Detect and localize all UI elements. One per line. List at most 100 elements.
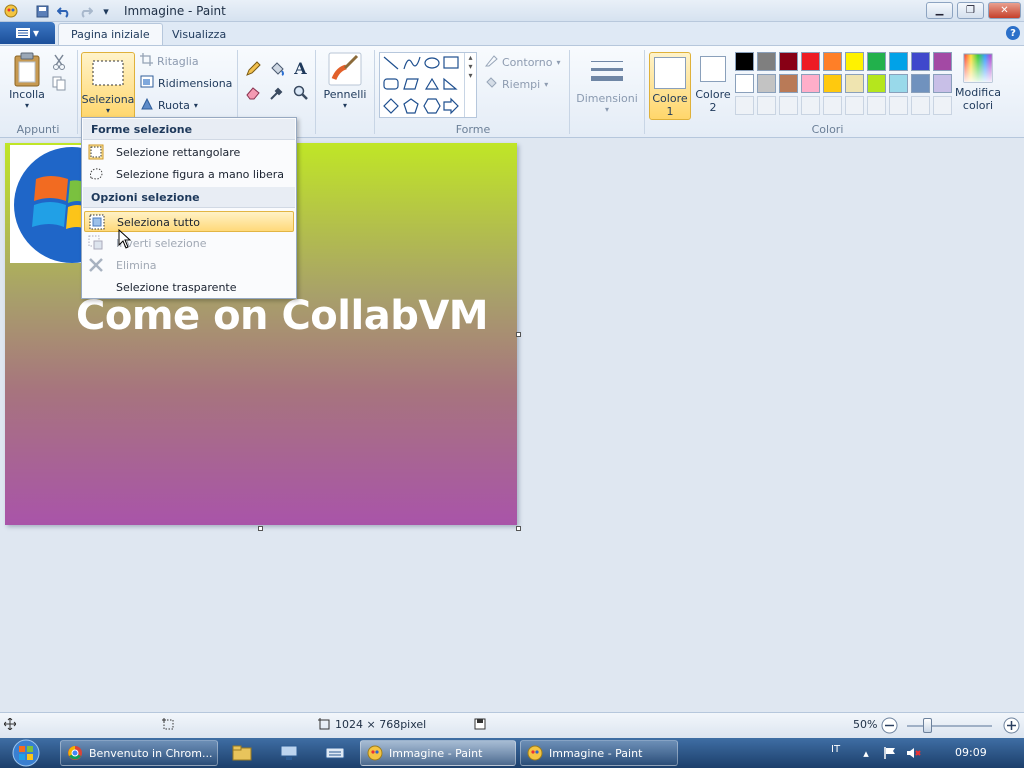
undo-icon[interactable] [56, 3, 72, 19]
palette-swatch[interactable] [889, 96, 908, 115]
chevron-down-icon: ▾ [193, 100, 198, 110]
zoom-out-button[interactable] [881, 717, 898, 734]
pencil-icon[interactable] [242, 59, 263, 79]
cut-icon[interactable] [52, 52, 66, 72]
palette-swatch[interactable] [867, 74, 886, 93]
palette-swatch[interactable] [845, 52, 864, 71]
resize-button[interactable]: Ridimensiona [140, 73, 232, 93]
edit-colors-button[interactable]: Modifica colori [953, 50, 1003, 112]
shapes-gallery[interactable]: ▴ ▾ ▾ [379, 52, 477, 118]
redo-icon[interactable] [78, 3, 94, 19]
fill-bucket-icon[interactable] [266, 59, 287, 79]
zoom-out-icon [881, 717, 898, 734]
taskbar-item-chrome[interactable]: Benvenuto in Chrom... [60, 740, 218, 766]
palette-swatch[interactable] [823, 52, 842, 71]
menu-item-delete[interactable]: Elimina [84, 255, 294, 276]
palette-swatch[interactable] [867, 96, 886, 115]
zoom-level: 50% [853, 718, 878, 731]
color1-button[interactable]: Colore 1 [649, 52, 691, 120]
outline-icon [484, 54, 498, 70]
keyboard-icon[interactable] [316, 740, 354, 766]
eraser-icon[interactable] [242, 83, 263, 103]
brushes-button[interactable]: Pennelli ▾ [321, 50, 369, 110]
palette-swatch[interactable] [911, 52, 930, 71]
maximize-button[interactable]: ❐ [957, 2, 984, 19]
palette-swatch[interactable] [933, 52, 952, 71]
resize-handle-right[interactable] [516, 332, 521, 337]
paint-menu-button[interactable]: ▾ [0, 22, 55, 44]
text-icon[interactable]: A [290, 58, 311, 78]
palette-swatch[interactable] [735, 52, 754, 71]
resize-handle-bottom[interactable] [258, 526, 263, 531]
selection-size-icon [162, 718, 175, 731]
outline-button[interactable]: Contorno ▾ [484, 52, 560, 72]
palette-swatch[interactable] [933, 96, 952, 115]
crop-button[interactable]: Ritaglia [140, 51, 199, 71]
fill-button[interactable]: Riempi ▾ [484, 74, 548, 94]
minimize-button[interactable]: ▁ [926, 2, 953, 19]
palette-swatch[interactable] [779, 52, 798, 71]
palette-swatch[interactable] [735, 96, 754, 115]
menu-item-select-all[interactable]: Seleziona tutto [84, 211, 294, 232]
menu-item-invert-selection[interactable]: Inverti selezione [84, 233, 294, 254]
paint-app-icon[interactable] [3, 3, 19, 19]
color2-button[interactable]: Colore 2 [693, 56, 733, 114]
explorer-icon[interactable] [223, 740, 261, 766]
zoom-slider-thumb[interactable] [923, 718, 932, 733]
palette-swatch[interactable] [823, 96, 842, 115]
group-label-clipboard: Appunti [16, 123, 60, 136]
resize-handle-corner[interactable] [516, 526, 521, 531]
tab-view[interactable]: Visualizza [160, 23, 238, 45]
taskbar-item-paint-1[interactable]: Immagine - Paint [360, 740, 516, 766]
palette-swatch[interactable] [757, 52, 776, 71]
action-center-flag-icon[interactable] [882, 745, 898, 761]
shapes-scroll[interactable]: ▴ ▾ ▾ [464, 53, 476, 117]
palette-swatch[interactable] [933, 74, 952, 93]
taskbar-clock[interactable]: 09:09 [955, 746, 987, 759]
select-button[interactable]: Seleziona ▾ [81, 52, 135, 120]
show-hidden-icons[interactable]: ▴ [858, 745, 874, 761]
help-icon[interactable]: ? [1006, 26, 1020, 40]
palette-swatch[interactable] [779, 96, 798, 115]
palette-swatch[interactable] [911, 74, 930, 93]
palette-swatch[interactable] [801, 52, 820, 71]
palette-swatch[interactable] [757, 96, 776, 115]
palette-swatch[interactable] [889, 52, 908, 71]
palette-swatch[interactable] [801, 96, 820, 115]
tab-home[interactable]: Pagina iniziale [58, 23, 163, 45]
palette-swatch[interactable] [889, 74, 908, 93]
palette-swatch[interactable] [823, 74, 842, 93]
language-indicator[interactable]: IT [831, 744, 840, 755]
rotate-button[interactable]: Ruota ▾ [140, 95, 198, 115]
palette-swatch[interactable] [845, 96, 864, 115]
windows-start-icon [12, 739, 40, 767]
magnifier-icon[interactable] [290, 83, 311, 103]
palette-swatch[interactable] [867, 52, 886, 71]
taskbar-item-paint-2[interactable]: Immagine - Paint [520, 740, 678, 766]
palette-swatch[interactable] [757, 74, 776, 93]
menu-item-freeform-selection[interactable]: Selezione figura a mano libera [84, 164, 294, 185]
customize-toolbar-icon[interactable]: ▾ [98, 3, 114, 19]
start-button[interactable] [4, 738, 48, 768]
volume-muted-icon[interactable] [906, 745, 922, 761]
palette-swatch[interactable] [735, 74, 754, 93]
chrome-icon [68, 746, 82, 760]
color-picker-icon[interactable] [266, 83, 287, 103]
network-icon[interactable] [270, 740, 308, 766]
copy-icon[interactable] [52, 74, 66, 94]
size-button[interactable]: Dimensioni ▾ [574, 50, 640, 114]
zoom-in-button[interactable] [1003, 717, 1020, 734]
palette-swatch[interactable] [779, 74, 798, 93]
palette-swatch[interactable] [845, 74, 864, 93]
brush-icon [327, 50, 363, 88]
palette-swatch[interactable] [801, 74, 820, 93]
paste-button[interactable]: Incolla ▾ [6, 50, 48, 110]
palette-swatch[interactable] [911, 96, 930, 115]
rotate-icon [140, 97, 154, 113]
menu-header-selection-options: Opzioni selezione [83, 187, 295, 208]
zoom-slider-track[interactable] [907, 725, 992, 727]
close-button[interactable]: ✕ [988, 2, 1021, 19]
save-icon[interactable] [34, 3, 50, 19]
menu-item-rectangular-selection[interactable]: Selezione rettangolare [84, 142, 294, 163]
menu-item-transparent-selection[interactable]: Selezione trasparente [84, 277, 294, 298]
